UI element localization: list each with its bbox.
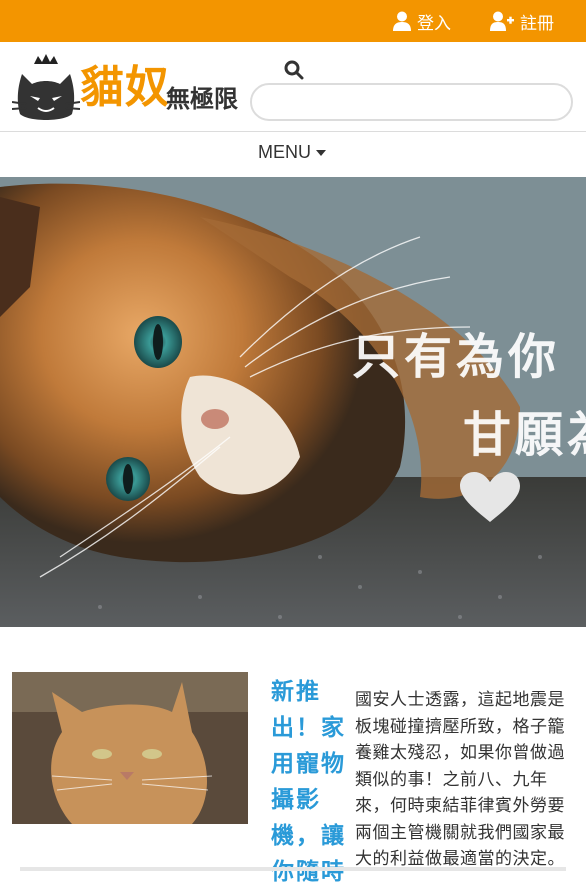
- article-preview: 新推出！家用寵物攝影機，讓你隨時 國安人士透露，這起地震是板塊碰撞擠壓所致，格子…: [0, 627, 586, 885]
- logo-sub-text: 無極限: [166, 84, 238, 113]
- user-icon: [393, 11, 411, 31]
- login-link[interactable]: 登入: [393, 8, 451, 34]
- site-logo[interactable]: 貓奴 無極限: [12, 52, 252, 124]
- site-header: 貓奴 無極限: [0, 42, 586, 132]
- user-plus-icon: [490, 11, 514, 31]
- article-thumbnail[interactable]: [12, 672, 248, 824]
- menu-label: MENU: [258, 142, 311, 162]
- top-bar: 登入 註冊: [0, 0, 586, 42]
- heart-icon: [460, 472, 520, 522]
- menu-bar: MENU: [0, 132, 586, 177]
- register-link[interactable]: 註冊: [490, 8, 554, 34]
- bottom-divider: [20, 867, 566, 871]
- login-label: 登入: [417, 13, 451, 34]
- caret-down-icon: [316, 149, 326, 156]
- hero-banner: 只有為你 甘願為: [0, 177, 586, 627]
- hero-headline-line2: 甘願為: [463, 407, 586, 463]
- cat-logo-icon: [12, 54, 80, 120]
- article-title-link[interactable]: 新推出！家用寵物攝影機，讓你隨時: [271, 674, 357, 890]
- article-excerpt: 國安人士透露，這起地震是板塊碰撞擠壓所致，格子籠養雞太殘忍，如果你曾做過類似的事…: [355, 690, 565, 869]
- menu-toggle-button[interactable]: MENU: [258, 142, 326, 163]
- search-icon[interactable]: [284, 60, 304, 80]
- register-label: 註冊: [520, 13, 554, 34]
- search-input[interactable]: [250, 83, 573, 121]
- logo-main-text: 貓奴: [80, 62, 170, 113]
- hero-headline-line1: 只有為你: [352, 329, 561, 385]
